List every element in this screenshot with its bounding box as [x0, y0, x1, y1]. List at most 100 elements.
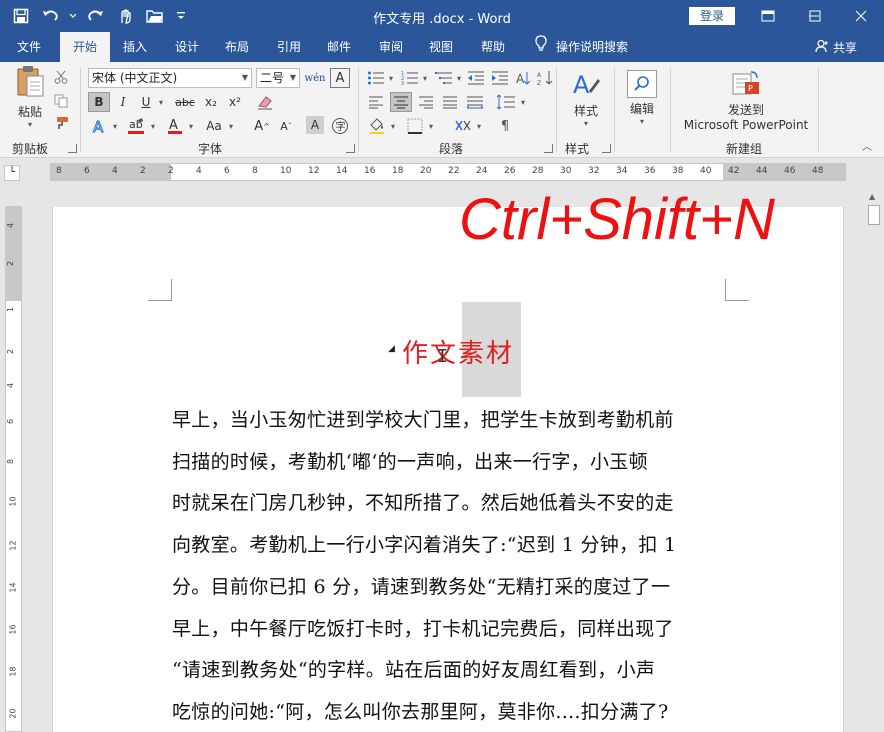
- share-button[interactable]: 共享: [815, 32, 857, 62]
- sort-icon[interactable]: AZ: [536, 68, 556, 88]
- character-border-icon[interactable]: A: [330, 68, 350, 88]
- strikethrough-button[interactable]: abc: [172, 92, 198, 112]
- tab-insert[interactable]: 插入: [114, 32, 156, 62]
- shading-dropdown-icon[interactable]: ▾: [388, 116, 398, 136]
- redo-icon[interactable]: [82, 4, 108, 28]
- justify-icon[interactable]: [440, 92, 460, 112]
- scroll-thumb[interactable]: [868, 205, 880, 225]
- asian-typography-dropdown-icon[interactable]: ▾: [474, 116, 484, 136]
- paragraph-line[interactable]: 扫描的时候，考勤机‘嘟‘的一声响，出来一行字，小玉顿: [172, 447, 728, 474]
- highlight-dropdown-icon[interactable]: ▾: [148, 116, 158, 136]
- bullets-dropdown-icon[interactable]: ▾: [386, 68, 396, 88]
- paragraph-group-label: 段落: [438, 142, 463, 156]
- paragraph-line[interactable]: 早上，当小玉匆忙进到学校大门里，把学生卡放到考勤机前: [172, 405, 728, 432]
- font-name-select[interactable]: 宋体 (中文正文) ▼: [88, 68, 252, 88]
- cut-icon[interactable]: [52, 68, 70, 86]
- tab-mailings[interactable]: 邮件: [318, 32, 360, 62]
- close-icon[interactable]: [838, 0, 884, 32]
- undo-icon[interactable]: [38, 4, 64, 28]
- tab-layout[interactable]: 布局: [216, 32, 258, 62]
- decrease-indent-icon[interactable]: [466, 68, 486, 88]
- tab-help[interactable]: 帮助: [472, 32, 514, 62]
- show-marks-icon[interactable]: ¶: [494, 116, 516, 136]
- paragraph-line[interactable]: 分。目前你已扣 6 分，请速到教务处“无精打采的度过了一: [172, 572, 728, 599]
- touch-mode-icon[interactable]: [112, 4, 138, 28]
- tab-file[interactable]: 文件: [6, 32, 52, 62]
- copy-icon[interactable]: [52, 92, 70, 110]
- superscript-button[interactable]: x²: [224, 92, 246, 112]
- line-spacing-icon[interactable]: [494, 92, 518, 112]
- change-case-button[interactable]: Aa: [202, 116, 226, 136]
- multilevel-dropdown-icon[interactable]: ▾: [454, 68, 464, 88]
- font-color-dropdown-icon[interactable]: ▾: [186, 116, 196, 136]
- tab-references[interactable]: 引用: [268, 32, 310, 62]
- tell-me-search[interactable]: 操作说明搜索: [534, 32, 628, 62]
- shading-icon[interactable]: [366, 116, 388, 136]
- asian-typography-icon[interactable]: [452, 116, 474, 136]
- grow-font-icon[interactable]: A ^: [252, 116, 272, 136]
- login-button[interactable]: 登录: [689, 7, 735, 25]
- send-to-powerpoint-button[interactable]: P 发送到 Microsoft PowerPoint: [680, 68, 812, 134]
- paragraph-line[interactable]: 吃惊的问她:“阿，怎么叫你去那里阿，莫非你....扣分满了?: [172, 697, 728, 724]
- styles-button[interactable]: A 样式 ▾: [566, 68, 606, 128]
- collapse-heading-icon[interactable]: ◢: [388, 344, 395, 354]
- styles-launcher-icon[interactable]: [602, 144, 611, 153]
- text-effects-dropdown-icon[interactable]: ▾: [110, 116, 120, 136]
- numbering-dropdown-icon[interactable]: ▾: [420, 68, 430, 88]
- line-spacing-dropdown-icon[interactable]: ▾: [518, 92, 528, 112]
- enclose-characters-icon[interactable]: 字: [330, 116, 350, 136]
- undo-dropdown-icon[interactable]: [68, 4, 78, 28]
- text-effects-icon[interactable]: A: [88, 116, 110, 136]
- ribbon-display-options-icon[interactable]: [745, 0, 791, 32]
- font-size-select[interactable]: 二号 ▼: [256, 68, 300, 88]
- vertical-ruler[interactable]: 4 2 1 2 4 6 8 10 12 14 16 18 20: [5, 206, 22, 732]
- save-icon[interactable]: [8, 4, 34, 28]
- paragraph-line[interactable]: 时就呆在门房几秒钟，不知所措了。然后她低着头不安的走: [172, 488, 728, 515]
- vertical-scrollbar[interactable]: [866, 190, 882, 732]
- customize-qat-icon[interactable]: [172, 4, 190, 28]
- underline-button[interactable]: U: [136, 92, 156, 112]
- borders-icon[interactable]: [404, 116, 426, 136]
- horizontal-ruler[interactable]: 8 6 4 2 2 4 6 8 10 12 14 16 18 20 22 24 26 28 30 32 34 36 38 40…: [50, 163, 846, 181]
- bold-button[interactable]: B: [88, 92, 110, 112]
- clear-formatting-icon[interactable]: [254, 92, 276, 112]
- tab-home[interactable]: 开始: [60, 32, 110, 62]
- open-folder-icon[interactable]: [142, 4, 168, 28]
- paragraph-launcher-icon[interactable]: [544, 144, 553, 153]
- font-color-icon[interactable]: A: [164, 116, 186, 136]
- tab-selector[interactable]: └: [4, 165, 20, 181]
- shrink-font-icon[interactable]: Aˇ: [276, 116, 296, 136]
- paragraph-line[interactable]: 向教室。考勤机上一行小字闪着消失了:“迟到 1 分钟，扣 1: [172, 530, 728, 557]
- paragraph-line[interactable]: “请速到教务处“的字样。站在后面的好友周红看到，小声: [172, 655, 728, 682]
- underline-dropdown-icon[interactable]: ▾: [156, 92, 166, 112]
- numbering-icon[interactable]: 123: [400, 68, 420, 88]
- tab-review[interactable]: 审阅: [370, 32, 412, 62]
- bullets-icon[interactable]: [366, 68, 386, 88]
- align-right-icon[interactable]: [416, 92, 436, 112]
- change-case-dropdown-icon[interactable]: ▾: [226, 116, 236, 136]
- character-shading-icon[interactable]: A: [306, 116, 324, 134]
- document-heading[interactable]: 作文素材: [402, 333, 514, 370]
- editing-button[interactable]: 编辑 ▾: [622, 68, 662, 128]
- restore-icon[interactable]: [792, 0, 838, 32]
- distributed-icon[interactable]: [464, 92, 486, 112]
- align-left-icon[interactable]: [366, 92, 386, 112]
- increase-indent-icon[interactable]: [490, 68, 510, 88]
- subscript-button[interactable]: x₂: [200, 92, 222, 112]
- scroll-up-icon[interactable]: ▲: [869, 192, 875, 201]
- chinese-layout-icon[interactable]: A: [514, 68, 534, 88]
- borders-dropdown-icon[interactable]: ▾: [426, 116, 436, 136]
- align-center-icon[interactable]: [390, 92, 412, 112]
- tab-design[interactable]: 设计: [166, 32, 208, 62]
- format-painter-icon[interactable]: [52, 114, 70, 132]
- paragraph-line[interactable]: 早上，中午餐厅吃饭打卡时，打卡机记完费后，同样出现了: [172, 614, 728, 641]
- collapse-ribbon-icon[interactable]: ︿: [862, 138, 872, 153]
- clipboard-launcher-icon[interactable]: [68, 144, 77, 153]
- multilevel-list-icon[interactable]: [434, 68, 454, 88]
- italic-button[interactable]: I: [114, 92, 132, 112]
- highlight-color-icon[interactable]: ab: [124, 116, 148, 136]
- tab-view[interactable]: 视图: [420, 32, 462, 62]
- phonetic-guide-icon[interactable]: wén: [304, 68, 326, 88]
- paste-button[interactable]: 粘贴 ▾: [10, 65, 50, 129]
- font-launcher-icon[interactable]: [346, 144, 355, 153]
